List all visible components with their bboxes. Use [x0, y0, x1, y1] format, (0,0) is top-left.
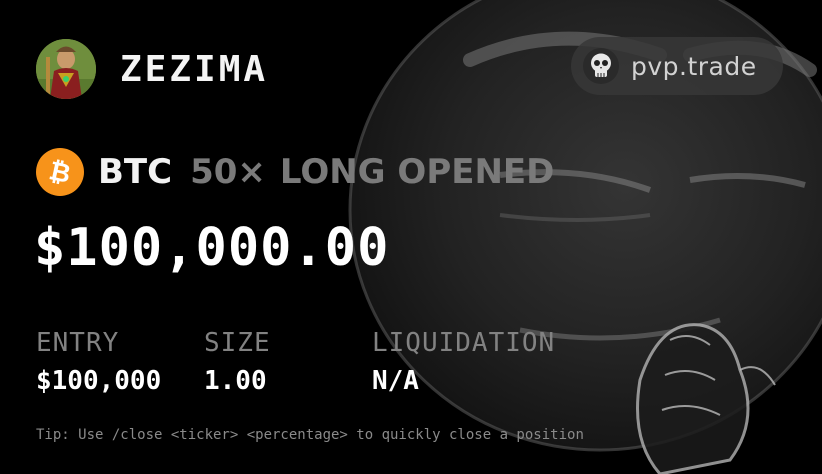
size-label: SIZE [204, 328, 271, 358]
bitcoin-icon: ₿ [36, 148, 84, 196]
usage-tip: Tip: Use /close <ticker> <percentage> to… [36, 427, 584, 443]
runescape-character-avatar-icon [36, 39, 96, 99]
profile-header: ZEZIMA [36, 39, 268, 99]
liquidation-value: N/A [372, 366, 419, 396]
leverage-label: 50× [190, 152, 266, 192]
size-stat: SIZE 1.00 [204, 328, 271, 396]
liquidation-stat: LIQUIDATION N/A [372, 328, 555, 396]
entry-label: ENTRY [36, 328, 120, 358]
brand-badge[interactable]: pvp.trade [571, 37, 783, 95]
position-summary: ₿ BTC 50× LONG OPENED [36, 148, 554, 196]
username: ZEZIMA [120, 48, 269, 90]
brand-label: pvp.trade [631, 51, 757, 81]
ticker-symbol: BTC [98, 152, 173, 192]
size-value: 1.00 [204, 366, 267, 396]
liquidation-label: LIQUIDATION [372, 328, 556, 358]
skull-icon [583, 48, 619, 84]
entry-value: $100,000 [36, 366, 162, 396]
entry-stat: ENTRY $100,000 [36, 328, 161, 396]
position-card: ZEZIMA pvp.trade ₿ BTC 50× LONG OPENED $… [0, 0, 822, 474]
position-price: $100,000.00 [34, 218, 390, 278]
position-status: LONG OPENED [279, 152, 555, 192]
